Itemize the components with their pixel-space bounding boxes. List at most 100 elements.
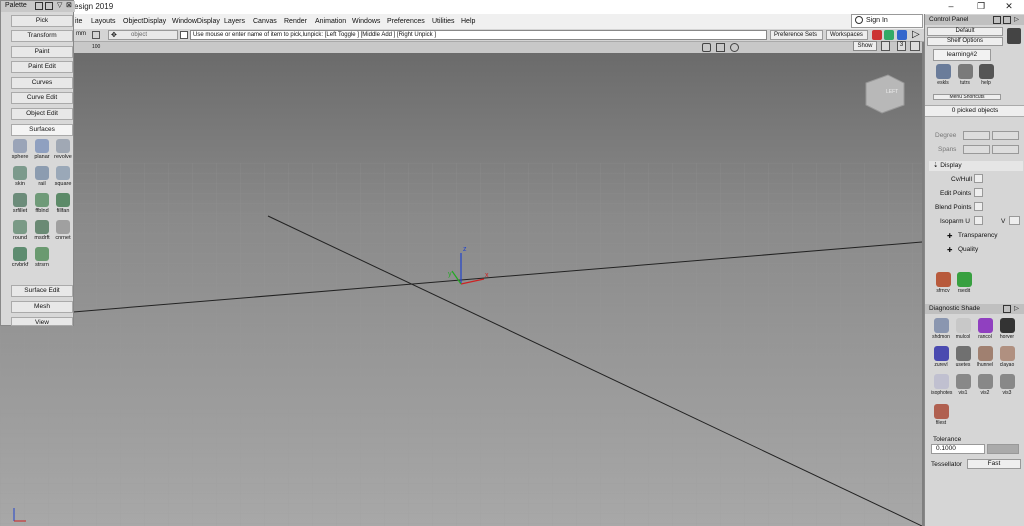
tool-planar[interactable]: planar [32, 139, 52, 165]
menu-item-canvas[interactable]: Canvas [253, 18, 277, 25]
tool-fillfan[interactable]: fillfan [53, 193, 73, 219]
default-dropdown[interactable]: Default [927, 27, 1003, 36]
trash-icon[interactable] [1007, 28, 1021, 44]
degree-field[interactable] [963, 131, 990, 140]
diag-vis1[interactable]: vis1 [953, 374, 973, 400]
menu-item-render[interactable]: Render [284, 18, 307, 25]
diag-mulcol[interactable]: mulcol [953, 318, 973, 344]
palette-paint[interactable]: Paint [11, 46, 73, 58]
palette-curves[interactable]: Curves [11, 77, 73, 89]
tessellator-dropdown[interactable]: Fast [967, 459, 1021, 469]
workspaces-button[interactable]: Workspaces [826, 30, 868, 40]
tool-msdrft[interactable]: msdrft [32, 220, 52, 246]
grid-icon[interactable] [92, 31, 100, 39]
degree-field-2[interactable] [992, 131, 1019, 140]
diag-horver[interactable]: horver [997, 318, 1017, 344]
diag-filest[interactable]: filest [931, 404, 951, 430]
menu-item-windows[interactable]: Windows [352, 18, 380, 25]
diag-clayao[interactable]: clayao [997, 346, 1017, 372]
restore-button[interactable]: ❐ [966, 0, 996, 14]
view-number[interactable]: 3 [897, 41, 906, 51]
edit-points-checkbox[interactable] [974, 188, 983, 197]
palette-collapse-icon[interactable]: ▽ [57, 1, 62, 11]
picked-objects-dropdown[interactable]: 0 picked objects [925, 105, 1024, 117]
tool-sfrncv[interactable]: sfrncv [933, 272, 953, 298]
show-button[interactable]: Show [853, 41, 877, 51]
tool-sphere[interactable]: sphere [10, 139, 30, 165]
palette-close-icon[interactable]: ⊠ [66, 1, 72, 11]
menu-item-layouts[interactable]: Layouts [91, 18, 116, 25]
workspace-icon[interactable] [872, 30, 882, 40]
tool-ffblnd[interactable]: ffblnd [32, 193, 52, 219]
workspace-icon-3[interactable] [897, 30, 907, 40]
tool-rsedit[interactable]: rsedit [954, 272, 974, 298]
cp-menu-icon[interactable] [993, 16, 1001, 24]
shelf-options-dropdown[interactable]: Shelf Options [927, 37, 1003, 46]
workspace-icon-2[interactable] [884, 30, 894, 40]
palette-surface-edit[interactable]: Surface Edit [11, 285, 73, 297]
diag-expand-icon[interactable]: ▷ [1014, 304, 1019, 314]
diag-rancol[interactable]: rancol [975, 318, 995, 344]
diag-zurevl[interactable]: zurevl [931, 346, 951, 372]
diag-usetes[interactable]: usetes [953, 346, 973, 372]
display-section-header[interactable]: ⇣ Display [929, 161, 1023, 171]
tool-rail[interactable]: rail [32, 166, 52, 192]
palette-surfaces[interactable]: Surfaces [11, 124, 73, 136]
tool-crvbrkf[interactable]: crvbrkf [10, 247, 30, 273]
isoparm-u-checkbox[interactable] [974, 216, 983, 225]
tool-square[interactable]: square [53, 166, 73, 192]
palette-pick[interactable]: Pick [11, 15, 73, 27]
spans-field[interactable] [963, 145, 990, 154]
view-cube-label[interactable]: LEFT [886, 89, 898, 95]
palette-curve-edit[interactable]: Curve Edit [11, 92, 73, 104]
menu-item-help[interactable]: Help [461, 18, 475, 25]
layout-icon[interactable] [881, 41, 890, 51]
close-button[interactable]: ✕ [994, 0, 1024, 14]
cp-list-icon[interactable] [1003, 16, 1011, 24]
diag-menu-icon[interactable] [1003, 305, 1011, 313]
shelf-eskls[interactable]: eskls [933, 64, 953, 90]
tolerance-field[interactable]: 0.1000 [931, 444, 985, 454]
diag-lhunnel[interactable]: lhunnel [975, 346, 995, 372]
diag-vis2[interactable]: vis2 [975, 374, 995, 400]
tool-strsrn[interactable]: strsrn [32, 247, 52, 273]
preference-sets-button[interactable]: Preference Sets [770, 30, 823, 40]
palette-mesh[interactable]: Mesh [11, 301, 73, 313]
menu-item-layers[interactable]: Layers [224, 18, 245, 25]
expand-quality-icon[interactable]: ✚ [947, 246, 952, 254]
palette-object-edit[interactable]: Object Edit [11, 108, 73, 120]
tool-cnrnet[interactable]: cnrnet [53, 220, 73, 246]
transparency-label[interactable]: Transparency [958, 232, 998, 239]
blend-points-checkbox[interactable] [974, 202, 983, 211]
zoom-icon[interactable] [730, 43, 739, 52]
minimize-button[interactable]: – [936, 0, 966, 14]
shelf-tutrs[interactable]: tutrs [955, 64, 975, 90]
frame-icon[interactable] [716, 43, 725, 52]
tool-skin[interactable]: skin [10, 166, 30, 192]
maximize-view-icon[interactable] [910, 41, 920, 51]
viewport[interactable]: z x y LEFT [0, 53, 922, 526]
shelf-help[interactable]: help [976, 64, 996, 90]
palette-transform[interactable]: Transform [11, 30, 73, 42]
cv-hull-checkbox[interactable] [974, 174, 983, 183]
object-field[interactable]: object [108, 30, 178, 40]
menu-item[interactable]: ite [75, 18, 82, 25]
menu-item-animation[interactable]: Animation [315, 18, 346, 25]
menu-item-preferences[interactable]: Preferences [387, 18, 425, 25]
palette-paint-edit[interactable]: Paint Edit [11, 61, 73, 73]
diag-isophotes[interactable]: isophotes [931, 374, 952, 400]
palette-menu-icon[interactable] [35, 2, 43, 10]
cp-expand-icon[interactable]: ▷ [1014, 15, 1019, 25]
palette-view[interactable]: View [11, 317, 73, 326]
camera-icon[interactable] [702, 43, 711, 52]
spans-field-2[interactable] [992, 145, 1019, 154]
quality-label[interactable]: Quality [958, 246, 978, 253]
isoparm-v-checkbox[interactable] [1009, 216, 1020, 225]
shelf-tab-learning[interactable]: learning#2 [933, 49, 991, 61]
tolerance-slider[interactable] [987, 444, 1019, 454]
tool-round[interactable]: round [10, 220, 30, 246]
menu-item-windowdisplay[interactable]: WindowDisplay [172, 18, 220, 25]
expand-transparency-icon[interactable]: ✚ [947, 232, 952, 240]
tool-revolve[interactable]: revolve [53, 139, 73, 165]
diag-shdmon[interactable]: shdmon [931, 318, 951, 344]
